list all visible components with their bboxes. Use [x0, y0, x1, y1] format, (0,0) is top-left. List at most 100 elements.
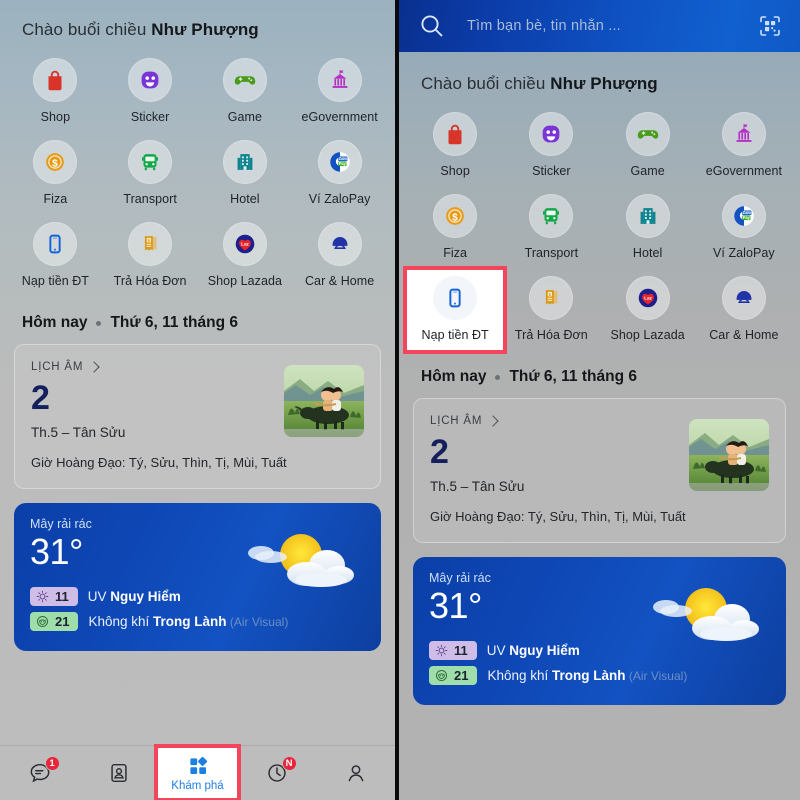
metric-badge: 21: [429, 665, 478, 685]
contacts-icon: [107, 761, 131, 785]
car-home-icon: [317, 222, 362, 266]
shortcut-transport[interactable]: Transport: [103, 134, 198, 214]
air-mask-icon: [435, 669, 448, 682]
shortcut-car-home[interactable]: Car & Home: [292, 216, 387, 296]
government-icon: [317, 58, 362, 102]
metric-status: Trong Lành: [153, 613, 227, 629]
today-header: Hôm nay Thứ 6, 11 tháng 6: [399, 350, 800, 386]
shortcut-shop-lazada[interactable]: Laz Shop Lazada: [198, 216, 293, 296]
shortcut-hotel[interactable]: Hotel: [600, 188, 696, 268]
metric-prefix: Không khí: [487, 667, 553, 683]
lunar-good-hours: Giờ Hoàng Đạo: Tý, Sửu, Thìn, Tị, Mùi, T…: [31, 455, 287, 470]
shortcut-shop-lazada[interactable]: Laz Shop Lazada: [600, 270, 696, 350]
metric-text: UV Nguy Hiểm: [88, 589, 181, 604]
nav-person[interactable]: [316, 746, 395, 800]
dollar-coin-icon: $: [33, 140, 78, 184]
metric-prefix: UV: [87, 588, 111, 604]
greeting-prefix: Chào buổi chiều: [22, 20, 152, 39]
left-screenshot-panel: Chào buổi chiều Như Phượng Shop Sticker Ga…: [0, 0, 395, 800]
metric-text: Không khí Trong Lành (Air Visual): [487, 668, 687, 683]
shortcut-fiza[interactable]: $ Fiza: [407, 188, 503, 268]
shortcut-egovernment[interactable]: eGovernment: [292, 52, 387, 132]
shortcut-game[interactable]: Game: [600, 106, 696, 186]
weather-metric-row: 21 Không khí Trong Lành (Air Visual): [429, 665, 770, 685]
lunar-good-hours: Giờ Hoàng Đạo: Tý, Sửu, Thìn, Tị, Mùi, T…: [430, 509, 686, 524]
zalo-discover-screen-left: Chào buổi chiều Như Phượng Shop Sticker Ga…: [0, 0, 395, 800]
svg-text:Laz: Laz: [241, 241, 249, 246]
greeting-text: Chào buổi chiều Như Phượng: [0, 0, 395, 40]
right-screenshot-panel: Tìm bạn bè, tin nhắn ... Chào buổi chiều…: [399, 0, 800, 800]
buffalo-boy-illustration: [689, 419, 769, 491]
shortcut-label: eGovernment: [705, 164, 783, 178]
greeting-prefix: Chào buổi chiều: [421, 74, 551, 93]
metric-prefix: Không khí: [88, 613, 154, 629]
bottom-navigation-bar: 1 Khám phá N: [0, 744, 395, 800]
shortcut-label: Sticker: [130, 110, 170, 124]
uv-sun-icon: [36, 590, 49, 603]
shortcut-label: Game: [630, 164, 665, 178]
sun-behind-clouds-icon: [241, 527, 363, 601]
search-icon[interactable]: [419, 13, 445, 39]
metric-source: (Air Visual): [625, 668, 688, 683]
metric-value: 21: [454, 667, 469, 683]
gamepad-icon: [222, 58, 267, 102]
svg-text:Pay: Pay: [338, 161, 346, 166]
shortcut-tr-h-a-n[interactable]: $ Trả Hóa Đơn: [103, 216, 198, 296]
shopping-bag-icon: [33, 58, 78, 102]
nav-chat-bubble[interactable]: 1: [0, 746, 79, 800]
gamepad-icon: [625, 112, 670, 156]
shortcut-label: Fiza: [43, 192, 68, 206]
search-input[interactable]: Tìm bạn bè, tin nhắn ...: [467, 18, 758, 34]
weather-card[interactable]: Mây rải rác 31° 11 UV Nguy Hiểm 21 Không kh…: [413, 557, 786, 705]
shortcut-label: Hotel: [632, 246, 663, 260]
weather-card[interactable]: Mây rải rác 31° 11 UV Nguy Hiểm 21 Không kh…: [14, 503, 381, 651]
greeting-name: Như Phượng: [550, 74, 658, 93]
shortcut-label: Car & Home: [304, 274, 375, 288]
smiley-sticker-icon: [128, 58, 173, 102]
shortcut-hotel[interactable]: Hotel: [198, 134, 293, 214]
comparison-stage: Chào buổi chiều Như Phượng Shop Sticker Ga…: [0, 0, 800, 800]
metric-status: Trong Lành: [552, 667, 626, 683]
shortcut-v-zalopay[interactable]: Zalo Pay Ví ZaloPay: [292, 134, 387, 214]
shortcut-label: Trả Hóa Đơn: [514, 328, 588, 342]
zalo-discover-screen-right: Tìm bạn bè, tin nhắn ... Chào buổi chiều…: [399, 0, 800, 800]
metric-badge: 21: [30, 611, 79, 631]
shortcut-shop[interactable]: Shop: [407, 106, 503, 186]
shortcut-label: Hotel: [230, 192, 260, 206]
shortcut-tr-h-a-n[interactable]: $ Trả Hóa Đơn: [503, 270, 599, 350]
svg-text:$: $: [53, 158, 59, 169]
nav-discover-grid[interactable]: Khám phá: [154, 744, 241, 800]
shortcut-sticker[interactable]: Sticker: [503, 106, 599, 186]
zalopay-icon: Zalo Pay: [721, 194, 766, 238]
lunar-calendar-card[interactable]: LỊCH ÂM 2 Th.5 – Tân Sửu Giờ Hoàng Đạo: …: [14, 344, 381, 489]
shortcut-label: Shop Lazada: [610, 328, 685, 342]
shortcut-label: Transport: [123, 192, 177, 206]
air-mask-icon: [36, 615, 49, 628]
shortcut-fiza[interactable]: $ Fiza: [8, 134, 103, 214]
person-icon: [344, 761, 368, 785]
shortcut-v-zalopay[interactable]: Zalo Pay Ví ZaloPay: [696, 188, 792, 268]
shortcut-transport[interactable]: Transport: [503, 188, 599, 268]
today-header: Hôm nay Thứ 6, 11 tháng 6: [0, 296, 395, 332]
nav-clock-timeline[interactable]: N: [237, 746, 316, 800]
search-bar[interactable]: Tìm bạn bè, tin nhắn ...: [399, 0, 800, 52]
shortcut-n-p-ti-n-t[interactable]: Nạp tiền ĐT: [8, 216, 103, 296]
smiley-sticker-icon: [529, 112, 574, 156]
svg-text:Pay: Pay: [743, 215, 751, 220]
nav-contacts[interactable]: [79, 746, 158, 800]
shortcut-label: Shop: [440, 164, 470, 178]
shortcut-n-p-ti-n-t[interactable]: Nạp tiền ĐT: [402, 266, 508, 354]
lunar-calendar-card[interactable]: LỊCH ÂM 2 Th.5 – Tân Sửu Giờ Hoàng Đạo: …: [413, 398, 786, 543]
svg-text:$: $: [549, 292, 552, 298]
greeting-name: Như Phượng: [151, 20, 259, 39]
mobile-phone-icon: [33, 222, 78, 266]
shortcut-egovernment[interactable]: eGovernment: [696, 106, 792, 186]
metric-text: Không khí Trong Lành (Air Visual): [88, 614, 288, 629]
shortcut-sticker[interactable]: Sticker: [103, 52, 198, 132]
shortcut-game[interactable]: Game: [198, 52, 293, 132]
qr-scan-icon[interactable]: [758, 14, 782, 38]
shortcut-car-home[interactable]: Car & Home: [696, 270, 792, 350]
zalopay-icon: Zalo Pay: [317, 140, 362, 184]
nav-label: Khám phá: [171, 779, 224, 792]
shortcut-shop[interactable]: Shop: [8, 52, 103, 132]
